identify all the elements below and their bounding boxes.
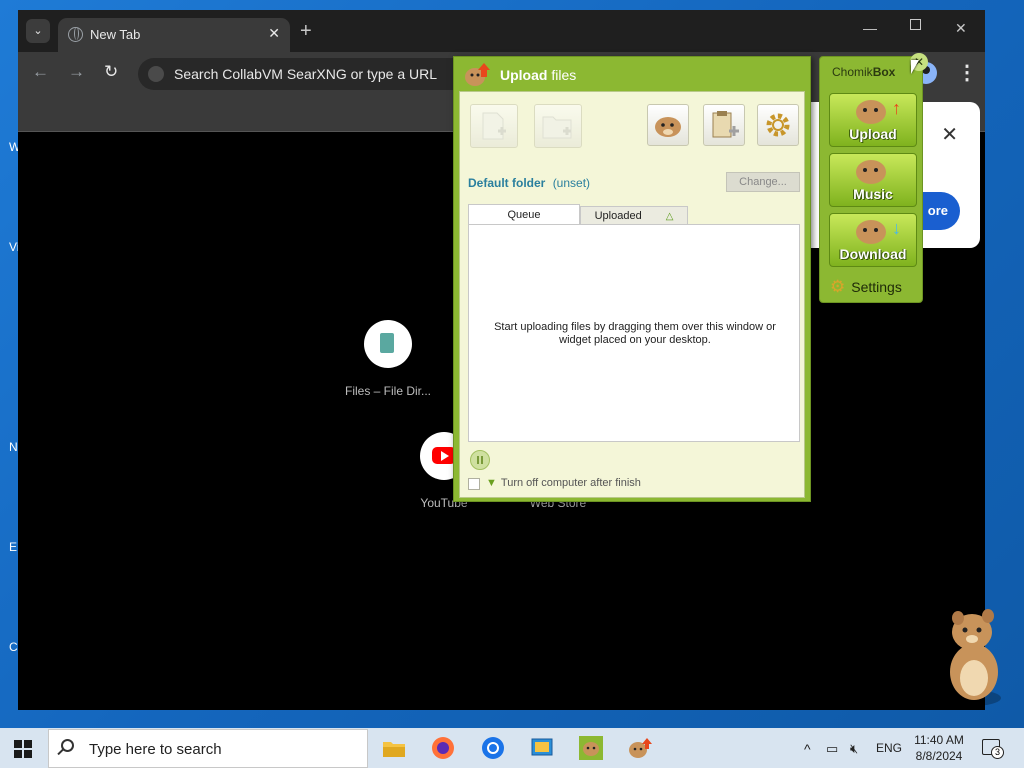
files-icon xyxy=(364,320,412,368)
add-file-icon xyxy=(482,112,506,140)
default-folder-label: Default folder xyxy=(468,176,546,190)
shortcut-files[interactable]: Files – File Dir... xyxy=(338,320,438,398)
upload-arrow-icon: ↑ xyxy=(892,98,901,118)
music-button-label: Music xyxy=(853,186,893,202)
chomikbox-app-icon[interactable] xyxy=(577,734,605,762)
chomikbox-brand: ChomikBox xyxy=(832,65,896,79)
hamster-headphones-icon xyxy=(856,160,886,184)
search-icon xyxy=(61,739,74,752)
upload-button-label: Upload xyxy=(849,126,897,142)
upload-window-body: Default folder (unset) Change... Queue U… xyxy=(459,91,805,498)
chrome-icon[interactable] xyxy=(479,734,507,762)
tab-uploaded[interactable]: Uploaded △ xyxy=(580,206,688,224)
settings-label: Settings xyxy=(851,279,902,295)
download-button[interactable]: ↓ Download xyxy=(829,213,917,267)
add-folder-icon xyxy=(542,116,572,139)
music-button[interactable]: Music xyxy=(829,153,917,207)
download-button-label: Download xyxy=(839,246,907,262)
tab-close-icon[interactable]: ✕ xyxy=(268,25,280,42)
add-files-button[interactable] xyxy=(470,104,518,148)
gear-icon xyxy=(766,113,790,137)
triangle-up-icon: △ xyxy=(665,211,674,222)
upload-queue-list[interactable]: Start uploading files by dragging them o… xyxy=(468,224,800,442)
settings-button[interactable] xyxy=(757,104,799,146)
default-folder: Default folder (unset) xyxy=(468,176,590,190)
chomikbox-widget: ChomikBox ✕ ↑ Upload Music ↓ Download ⚙ S… xyxy=(819,53,928,303)
network-icon[interactable]: ▭ xyxy=(826,741,838,757)
address-placeholder: Search CollabVM SearXNG or type a URL xyxy=(174,66,437,82)
upload-button[interactable]: ↑ Upload xyxy=(829,93,917,147)
hamster-icon xyxy=(856,220,886,244)
clipboard-add-icon xyxy=(712,111,739,138)
triangle-down-icon: ▼ xyxy=(486,477,497,489)
clock-time: 11:40 AM xyxy=(914,733,964,747)
tab-new-tab[interactable]: New Tab ✕ xyxy=(58,18,290,52)
chomikbox-upload-icon[interactable] xyxy=(626,734,654,762)
back-button[interactable]: ← xyxy=(32,62,49,82)
change-folder-button[interactable]: Change... xyxy=(726,172,800,192)
hamster-mascot-icon[interactable] xyxy=(940,606,1006,708)
site-info-icon[interactable] xyxy=(148,66,164,82)
shutdown-checkbox[interactable] xyxy=(468,478,480,490)
shutdown-option: ▼ Turn off computer after finish xyxy=(486,477,641,489)
notification-icon[interactable]: 3 xyxy=(982,739,1004,759)
tab-title: New Tab xyxy=(90,27,141,42)
pause-button[interactable] xyxy=(470,450,490,470)
hamster-upload-icon xyxy=(465,63,490,86)
language-indicator[interactable]: ENG xyxy=(876,741,902,755)
maximize-button[interactable] xyxy=(910,19,921,30)
upload-files-window: Upload files Default folder (unset) Chan… xyxy=(453,56,811,502)
file-explorer-icon[interactable] xyxy=(380,734,408,762)
tab-queue[interactable]: Queue xyxy=(468,204,580,224)
new-tab-button[interactable]: + xyxy=(300,19,312,43)
forward-button[interactable]: → xyxy=(68,62,85,82)
firefox-icon[interactable] xyxy=(429,734,457,762)
shutdown-label: Turn off computer after finish xyxy=(500,477,641,489)
hamster-icon xyxy=(856,100,886,124)
chomik-profile-button[interactable] xyxy=(647,104,689,146)
chomikbox-settings[interactable]: ⚙ Settings xyxy=(830,277,902,297)
upload-window-titlebar[interactable]: Upload files xyxy=(454,57,810,91)
reload-button[interactable]: ↻ xyxy=(104,62,118,82)
upload-window-title: Upload files xyxy=(500,67,577,83)
close-icon[interactable]: ✕ xyxy=(941,122,958,147)
tab-strip: ⌄ New Tab ✕ + — ✕ xyxy=(18,10,985,52)
tab-uploaded-label: Uploaded xyxy=(594,210,642,222)
search-placeholder: Type here to search xyxy=(89,741,222,758)
clock-date: 8/8/2024 xyxy=(915,749,963,763)
start-button[interactable] xyxy=(14,740,32,758)
taskbar: Type here to search ^ ▭ 🔇︎ ENG 11:40 AM … xyxy=(0,728,1024,768)
control-panel-icon[interactable] xyxy=(528,734,556,762)
clock[interactable]: 11:40 AM 8/8/2024 xyxy=(906,732,972,764)
gear-icon: ⚙ xyxy=(830,277,846,296)
mouse-cursor-icon xyxy=(911,60,919,74)
empty-queue-message: Start uploading files by dragging them o… xyxy=(494,321,776,346)
shortcut-label: Files – File Dir... xyxy=(344,384,431,398)
globe-icon xyxy=(68,27,83,42)
add-folder-button[interactable] xyxy=(534,104,582,148)
notification-count: 3 xyxy=(991,746,1004,759)
browser-menu-button[interactable]: ⋮ xyxy=(955,60,979,86)
chevron-up-icon[interactable]: ^ xyxy=(804,741,811,757)
volume-muted-icon[interactable]: 🔇︎ xyxy=(850,741,858,757)
default-folder-value: (unset) xyxy=(552,176,591,190)
minimize-button[interactable]: — xyxy=(863,20,877,36)
download-arrow-icon: ↓ xyxy=(892,218,901,238)
add-to-queue-button[interactable] xyxy=(703,104,745,146)
hamster-icon xyxy=(655,117,681,137)
taskbar-search[interactable]: Type here to search xyxy=(48,729,368,768)
close-window-button[interactable]: ✕ xyxy=(955,20,967,37)
tab-search-button[interactable]: ⌄ xyxy=(26,19,50,43)
